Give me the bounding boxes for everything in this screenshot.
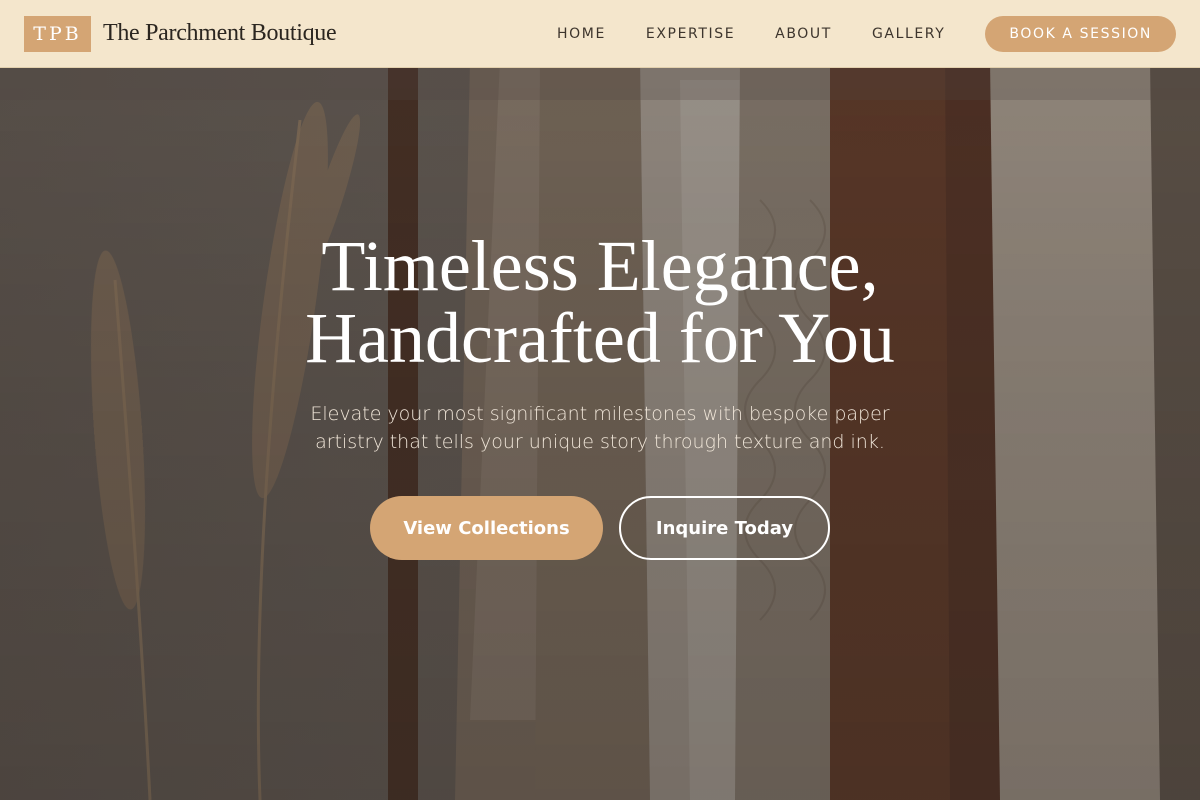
nav-link-gallery[interactable]: GALLERY xyxy=(872,26,945,42)
hero-title-line-2: Handcrafted for You xyxy=(305,298,895,378)
brand-name[interactable]: The Parchment Boutique xyxy=(103,20,337,47)
nav-link-home[interactable]: HOME xyxy=(557,26,606,42)
hero-subtitle: Elevate your most significant milestones… xyxy=(310,403,890,453)
logo-mark[interactable]: TPB xyxy=(24,15,91,52)
hero-section: Timeless Elegance, Handcrafted for You E… xyxy=(0,230,1200,560)
page: TPB The Parchment Boutique HOME EXPERTIS… xyxy=(0,0,1200,800)
nav-link-about[interactable]: ABOUT xyxy=(775,26,832,42)
view-collections-button[interactable]: View Collections xyxy=(370,496,603,560)
site-header: TPB The Parchment Boutique HOME EXPERTIS… xyxy=(0,0,1200,68)
book-session-button[interactable]: BOOK A SESSION xyxy=(985,15,1176,52)
main-nav: HOME EXPERTISE ABOUT GALLERY xyxy=(557,26,945,42)
nav-link-expertise[interactable]: EXPERTISE xyxy=(646,26,735,42)
hero-actions: View Collections Inquire Today xyxy=(0,496,1200,560)
hero-title-line-1: Timeless Elegance, xyxy=(321,226,879,306)
inquire-today-button[interactable]: Inquire Today xyxy=(619,496,830,560)
hero-title: Timeless Elegance, Handcrafted for You xyxy=(0,230,1200,374)
